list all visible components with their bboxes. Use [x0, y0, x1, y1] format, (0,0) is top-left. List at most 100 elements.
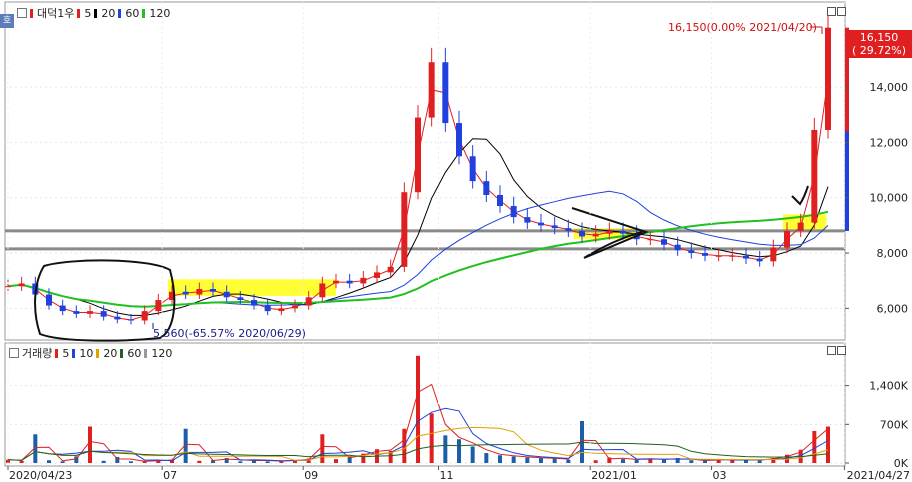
legend-vma120: 120	[151, 346, 173, 360]
volume-bar	[334, 459, 338, 463]
candle-body	[647, 239, 654, 241]
candle-body	[114, 316, 121, 320]
legend-vma120-marker	[144, 348, 148, 358]
legend-name: 대덕1우	[37, 7, 75, 20]
candle-body	[223, 291, 230, 298]
volume-bar	[566, 459, 571, 463]
legend-vma60: 60	[127, 346, 142, 360]
max-annotation: 16,150(0.00% 2021/04/20)	[668, 21, 817, 34]
volume-bar	[621, 459, 625, 463]
chart-frame: 6,0008,00010,00012,00014,000 0K700K1,400…	[0, 0, 912, 482]
volume-bar	[429, 413, 434, 463]
volume-bar	[470, 446, 475, 463]
candle-body	[674, 244, 681, 251]
legend-vma10: 10	[79, 346, 94, 360]
volume-bar	[812, 430, 817, 463]
legend-ma5: 5	[84, 6, 92, 20]
side-panel-icon[interactable]: 호	[0, 14, 14, 28]
price-panel-minimize-button[interactable]	[827, 7, 836, 16]
volume-bar	[88, 426, 92, 463]
volume-bar	[511, 456, 516, 463]
candle-body	[346, 280, 353, 284]
volume-bar	[457, 439, 461, 463]
candle-body	[469, 156, 476, 182]
volume-bar	[484, 453, 489, 463]
legend-marker	[30, 8, 33, 18]
price-tick-label: 6,000	[877, 302, 909, 315]
candle-body	[606, 230, 613, 234]
volume-bar	[416, 355, 420, 463]
candle-body	[592, 233, 599, 237]
legend-checkbox[interactable]	[17, 8, 27, 18]
current-price: 16,150	[860, 31, 899, 44]
volume-bar	[265, 461, 270, 463]
candle-body	[155, 300, 162, 312]
volume-bar	[101, 460, 106, 463]
candle-body	[551, 225, 558, 229]
date-tick-label: 2020/04/23	[9, 469, 72, 482]
volume-bar	[238, 461, 243, 463]
candle-body	[73, 311, 80, 314]
price-tick-label: 10,000	[870, 192, 909, 205]
candle-body	[374, 272, 380, 278]
candle-body	[620, 230, 626, 234]
legend-ma60-marker	[118, 8, 122, 18]
candle-body	[305, 297, 312, 306]
legend-ma120-marker	[142, 8, 146, 18]
volume-bar	[60, 461, 65, 463]
volume-bar	[525, 457, 530, 463]
candle-body	[442, 62, 449, 124]
date-tick-label: 2021/04/27	[847, 469, 910, 482]
volume-bar	[662, 459, 666, 463]
candle-body	[401, 192, 408, 267]
legend-ma20: 20	[101, 6, 116, 20]
candle-body	[483, 181, 490, 195]
volume-tick-label: 1,400K	[869, 380, 908, 393]
legend-ma60: 60	[125, 6, 140, 20]
candle-body	[87, 311, 93, 314]
candle-body	[182, 291, 189, 295]
price-tick-label: 8,000	[877, 247, 909, 260]
price-legend: 대덕1우 5 20 60 120	[17, 5, 170, 21]
candle-body	[333, 280, 339, 284]
volume-bar	[320, 434, 325, 463]
candle-body	[756, 258, 763, 262]
candle-body	[128, 319, 134, 321]
candle-body	[100, 311, 107, 317]
volume-bar	[634, 459, 639, 463]
candle-body	[784, 230, 790, 248]
legend-ma120: 120	[149, 6, 171, 20]
candle-body	[141, 311, 148, 321]
current-change: ( 29.72%)	[852, 44, 906, 57]
candle-body	[278, 308, 285, 312]
candle-body	[18, 283, 25, 287]
candle-body	[702, 253, 708, 256]
candle-body	[538, 222, 544, 226]
candle-body	[292, 305, 298, 309]
price-panel-maximize-button[interactable]	[837, 7, 846, 16]
candle-body	[688, 250, 695, 254]
candle-body	[770, 247, 777, 262]
candle-body	[579, 230, 585, 237]
candle-body	[743, 255, 749, 259]
candle-body	[251, 300, 257, 306]
candle-body	[360, 277, 367, 284]
volume-bar	[197, 460, 202, 463]
volume-bar	[539, 458, 543, 463]
candle-body	[565, 228, 572, 231]
legend-checkbox[interactable]	[9, 348, 19, 358]
highlight-zone	[167, 279, 336, 296]
candle-body	[59, 305, 66, 312]
candle-body	[797, 222, 804, 231]
volume-bar	[129, 461, 133, 463]
volume-panel-maximize-button[interactable]	[837, 346, 846, 355]
last-price-bar-low	[845, 131, 849, 231]
candle-body	[387, 266, 394, 273]
legend-vma60-marker	[120, 348, 124, 358]
volume-panel-minimize-button[interactable]	[827, 346, 836, 355]
legend-ma20-marker	[94, 8, 98, 18]
volume-bar	[593, 460, 598, 463]
candle-body	[196, 288, 203, 295]
volume-bar	[47, 460, 51, 463]
date-tick-label: 2021/01	[591, 469, 637, 482]
